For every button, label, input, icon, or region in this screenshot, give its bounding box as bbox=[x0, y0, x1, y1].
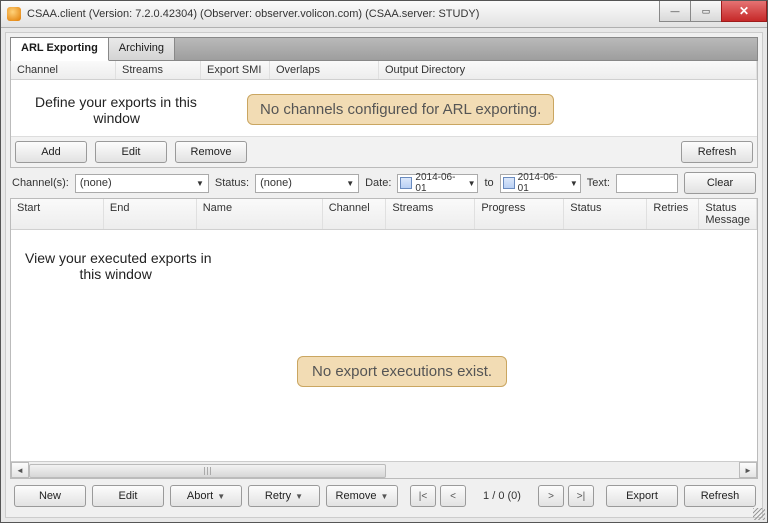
col-output-directory[interactable]: Output Directory bbox=[379, 61, 757, 79]
tab-archiving[interactable]: Archiving bbox=[109, 38, 175, 60]
minimize-button[interactable]: — bbox=[659, 1, 691, 22]
executions-grid-body: View your executed exports in this windo… bbox=[11, 230, 757, 461]
executions-grid-header: Start End Name Channel Streams Progress … bbox=[11, 199, 757, 230]
abort-button[interactable]: Abort▼ bbox=[170, 485, 242, 507]
to-label: to bbox=[484, 177, 493, 189]
text-label: Text: bbox=[587, 177, 610, 189]
date-to-checkbox[interactable] bbox=[503, 177, 515, 189]
col-exec-streams[interactable]: Streams bbox=[386, 199, 475, 229]
chevron-down-icon: ▼ bbox=[570, 179, 578, 188]
retry-button[interactable]: Retry▼ bbox=[248, 485, 320, 507]
content-area: ARL Exporting Archiving Channel Streams … bbox=[5, 32, 763, 518]
date-to-value: 2014-06-01 bbox=[518, 172, 568, 194]
page-prev-button[interactable]: < bbox=[440, 485, 466, 507]
remove-exec-button[interactable]: Remove▼ bbox=[326, 485, 398, 507]
close-button[interactable]: ✕ bbox=[721, 1, 767, 22]
edit-exec-button[interactable]: Edit bbox=[92, 485, 164, 507]
chevron-down-icon: ▼ bbox=[381, 492, 389, 501]
horizontal-scrollbar[interactable]: ◄ ► bbox=[11, 461, 757, 478]
col-status-message[interactable]: Status Message bbox=[699, 199, 757, 229]
channels-label: Channel(s): bbox=[12, 177, 69, 189]
date-from-input[interactable]: 2014-06-01 ▼ bbox=[397, 174, 478, 193]
col-streams[interactable]: Streams bbox=[116, 61, 201, 79]
scroll-right-arrow-icon[interactable]: ► bbox=[739, 462, 757, 478]
app-icon bbox=[7, 7, 21, 21]
date-from-value: 2014-06-01 bbox=[415, 172, 465, 194]
chevron-down-icon: ▼ bbox=[468, 179, 476, 188]
window-title: CSAA.client (Version: 7.2.0.42304) (Obse… bbox=[27, 8, 660, 20]
app-window: CSAA.client (Version: 7.2.0.42304) (Obse… bbox=[0, 0, 768, 523]
chevron-down-icon: ▼ bbox=[196, 179, 204, 188]
no-channels-callout: No channels configured for ARL exporting… bbox=[247, 94, 554, 125]
col-channel[interactable]: Channel bbox=[11, 61, 116, 79]
col-start[interactable]: Start bbox=[11, 199, 104, 229]
refresh-bottom-button[interactable]: Refresh bbox=[684, 485, 756, 507]
filter-bar: Channel(s): (none) ▼ Status: (none) ▼ Date… bbox=[10, 168, 758, 198]
page-indicator: 1 / 0 (0) bbox=[470, 490, 534, 502]
date-from-checkbox[interactable] bbox=[400, 177, 412, 189]
exports-button-row: Add Edit Remove Refresh bbox=[11, 136, 757, 167]
no-executions-callout: No export executions exist. bbox=[297, 356, 507, 387]
col-status[interactable]: Status bbox=[564, 199, 647, 229]
scroll-thumb[interactable] bbox=[29, 464, 386, 478]
page-first-button[interactable]: |< bbox=[410, 485, 436, 507]
page-last-button[interactable]: >| bbox=[568, 485, 594, 507]
chevron-down-icon: ▼ bbox=[346, 179, 354, 188]
tab-arl-exporting[interactable]: ARL Exporting bbox=[11, 38, 109, 61]
status-select[interactable]: (none) ▼ bbox=[255, 174, 359, 193]
new-button[interactable]: New bbox=[14, 485, 86, 507]
status-value: (none) bbox=[260, 177, 292, 189]
executions-hint-text: View your executed exports in this windo… bbox=[25, 250, 212, 282]
channels-value: (none) bbox=[80, 177, 112, 189]
exports-grid-body: Define your exports in this window No ch… bbox=[11, 80, 757, 136]
exports-grid-header: Channel Streams Export SMI Overlaps Outp… bbox=[11, 61, 757, 80]
titlebar: CSAA.client (Version: 7.2.0.42304) (Obse… bbox=[1, 1, 767, 28]
exports-hint-text: Define your exports in this window bbox=[35, 94, 197, 126]
col-overlaps[interactable]: Overlaps bbox=[270, 61, 379, 79]
page-next-button[interactable]: > bbox=[538, 485, 564, 507]
add-button[interactable]: Add bbox=[15, 141, 87, 163]
col-progress[interactable]: Progress bbox=[475, 199, 564, 229]
col-name[interactable]: Name bbox=[197, 199, 323, 229]
pager: |< < 1 / 0 (0) > >| bbox=[410, 485, 594, 507]
edit-button[interactable]: Edit bbox=[95, 141, 167, 163]
col-export-smi[interactable]: Export SMI bbox=[201, 61, 270, 79]
exports-definition-panel: Channel Streams Export SMI Overlaps Outp… bbox=[10, 61, 758, 168]
maximize-button[interactable]: ▭ bbox=[690, 1, 722, 22]
col-end[interactable]: End bbox=[104, 199, 197, 229]
chevron-down-icon: ▼ bbox=[217, 492, 225, 501]
bottom-toolbar: New Edit Abort▼ Retry▼ Remove▼ |< < 1 / … bbox=[10, 479, 758, 513]
refresh-top-button[interactable]: Refresh bbox=[681, 141, 753, 163]
tab-strip: ARL Exporting Archiving bbox=[10, 37, 758, 61]
chevron-down-icon: ▼ bbox=[295, 492, 303, 501]
scroll-left-arrow-icon[interactable]: ◄ bbox=[11, 462, 29, 478]
scroll-track[interactable] bbox=[29, 463, 739, 477]
clear-button[interactable]: Clear bbox=[684, 172, 756, 194]
col-retries[interactable]: Retries bbox=[647, 199, 699, 229]
status-label: Status: bbox=[215, 177, 249, 189]
text-filter-input[interactable] bbox=[616, 174, 678, 193]
channels-select[interactable]: (none) ▼ bbox=[75, 174, 209, 193]
date-label: Date: bbox=[365, 177, 391, 189]
col-exec-channel[interactable]: Channel bbox=[323, 199, 387, 229]
date-to-input[interactable]: 2014-06-01 ▼ bbox=[500, 174, 581, 193]
remove-button[interactable]: Remove bbox=[175, 141, 247, 163]
export-button[interactable]: Export bbox=[606, 485, 678, 507]
executions-panel: Start End Name Channel Streams Progress … bbox=[10, 198, 758, 479]
resize-grip-icon[interactable] bbox=[753, 508, 765, 520]
